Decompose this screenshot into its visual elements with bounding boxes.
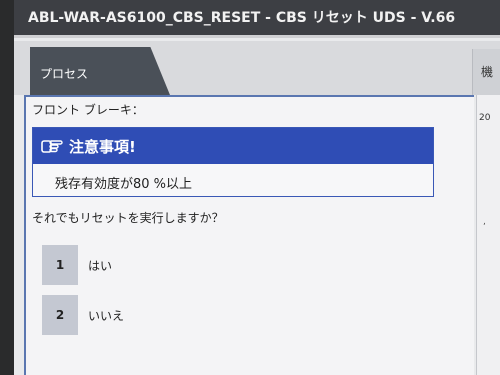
- option-no-button[interactable]: 2 いいえ: [42, 295, 342, 335]
- tab-process-label: プロセス: [40, 67, 89, 81]
- option-number: 1: [42, 245, 78, 285]
- tab-strip: プロセス 機: [14, 41, 500, 95]
- pointing-hand-icon: [41, 140, 63, 153]
- notice-header: 注意事項!: [33, 128, 433, 164]
- option-number: 2: [42, 295, 78, 335]
- screen: ABL-WAR-AS6100_CBS_RESET - CBS リセット UDS …: [14, 0, 500, 375]
- tab-secondary[interactable]: 機: [472, 49, 500, 95]
- option-yes-button[interactable]: 1 はい: [42, 245, 342, 285]
- notice-message: 残存有効度が80 %以上: [55, 177, 193, 192]
- side-info-panel: 20 ,: [476, 95, 500, 375]
- window-title: ABL-WAR-AS6100_CBS_RESET - CBS リセット UDS …: [14, 0, 500, 38]
- option-label: はい: [88, 259, 113, 273]
- side-mark: ,: [483, 217, 486, 227]
- option-label: いいえ: [88, 309, 125, 323]
- panel-heading: フロント ブレーキ：: [32, 103, 144, 117]
- notice-box: 注意事項! 残存有効度が80 %以上: [32, 127, 434, 197]
- confirm-question: それでもリセットを実行しますか？: [32, 211, 224, 225]
- process-panel: フロント ブレーキ： 注意事項! 残存有効度が80 %以上 それでもリセットを実…: [24, 95, 474, 375]
- tab-secondary-label: 機: [481, 65, 494, 79]
- notice-title: 注意事項!: [69, 138, 136, 156]
- side-timestamp: 20: [479, 113, 491, 123]
- tab-process[interactable]: プロセス: [30, 47, 170, 95]
